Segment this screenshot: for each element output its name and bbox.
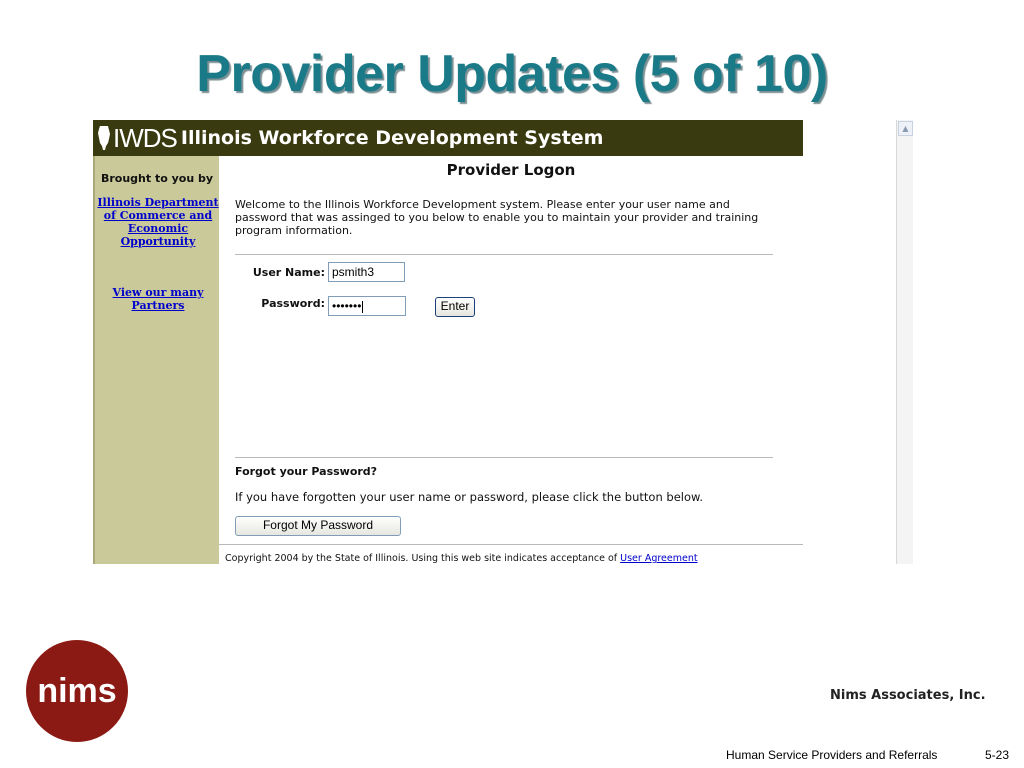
divider-footer <box>219 544 803 545</box>
intro-line: program information. <box>235 224 353 237</box>
sidebar-link-line: Opportunity <box>120 235 196 248</box>
forgot-heading: Forgot your Password? <box>235 465 378 478</box>
scroll-up-arrow-icon[interactable]: ▲ <box>898 121 913 136</box>
intro-line: Welcome to the Illinois Workforce Develo… <box>235 198 730 211</box>
footer-text: Human Service Providers and Referrals <box>726 748 938 762</box>
copyright-text: Copyright 2004 by the State of Illinois.… <box>225 553 698 564</box>
username-input[interactable]: psmith3 <box>328 262 405 282</box>
nims-logo: nims <box>26 640 128 742</box>
sidebar-link-line: Economic <box>127 222 189 235</box>
password-label: Password: <box>261 297 325 310</box>
page-number: 5-23 <box>985 748 1010 762</box>
password-mask: ••••••• <box>332 299 362 313</box>
main-content: Provider Logon Welcome to the Illinois W… <box>219 156 803 564</box>
username-label: User Name: <box>252 266 325 279</box>
sidebar-link-partners[interactable]: View our many Partners <box>97 286 219 312</box>
logo-text: nims <box>37 672 116 710</box>
intro-text: Welcome to the Illinois Workforce Develo… <box>235 198 795 237</box>
sidebar-link-dceo[interactable]: Illinois Department of Commerce and Econ… <box>97 196 219 248</box>
user-agreement-link[interactable]: User Agreement <box>620 553 697 564</box>
illinois-state-icon <box>98 126 110 150</box>
sidebar-link-line: Partners <box>131 299 185 312</box>
divider-bottom <box>235 457 773 458</box>
page-heading: Provider Logon <box>446 161 576 179</box>
slide-title: Provider Updates (5 of 10) <box>196 45 828 103</box>
sidebar: Brought to you by Illinois Department of… <box>93 156 219 564</box>
text-caret <box>362 300 364 313</box>
forgot-text: If you have forgotten your user name or … <box>235 490 704 504</box>
banner-system-name: Illinois Workforce Development System <box>180 127 604 149</box>
copyright-body: Copyright 2004 by the State of Illinois.… <box>225 553 621 564</box>
sidebar-link-line: Illinois Department <box>97 196 219 209</box>
vertical-scrollbar[interactable]: ▲ <box>896 120 913 564</box>
sidebar-link-line: View our many <box>112 286 204 299</box>
browser-window: IWDS Illinois Workforce Development Syst… <box>93 120 913 564</box>
banner-logo: IWDS <box>113 122 178 153</box>
sidebar-link-line: of Commerce and <box>103 209 213 222</box>
intro-line: password that was assinged to you below … <box>235 211 759 224</box>
enter-button[interactable]: Enter <box>435 297 475 317</box>
company-name: Nims Associates, Inc. <box>830 688 986 703</box>
password-input[interactable]: ••••••• <box>328 296 406 316</box>
sidebar-heading: Brought to you by <box>100 172 214 185</box>
divider-top <box>235 254 773 255</box>
forgot-password-button[interactable]: Forgot My Password <box>235 516 401 536</box>
site-banner: IWDS Illinois Workforce Development Syst… <box>93 120 803 156</box>
